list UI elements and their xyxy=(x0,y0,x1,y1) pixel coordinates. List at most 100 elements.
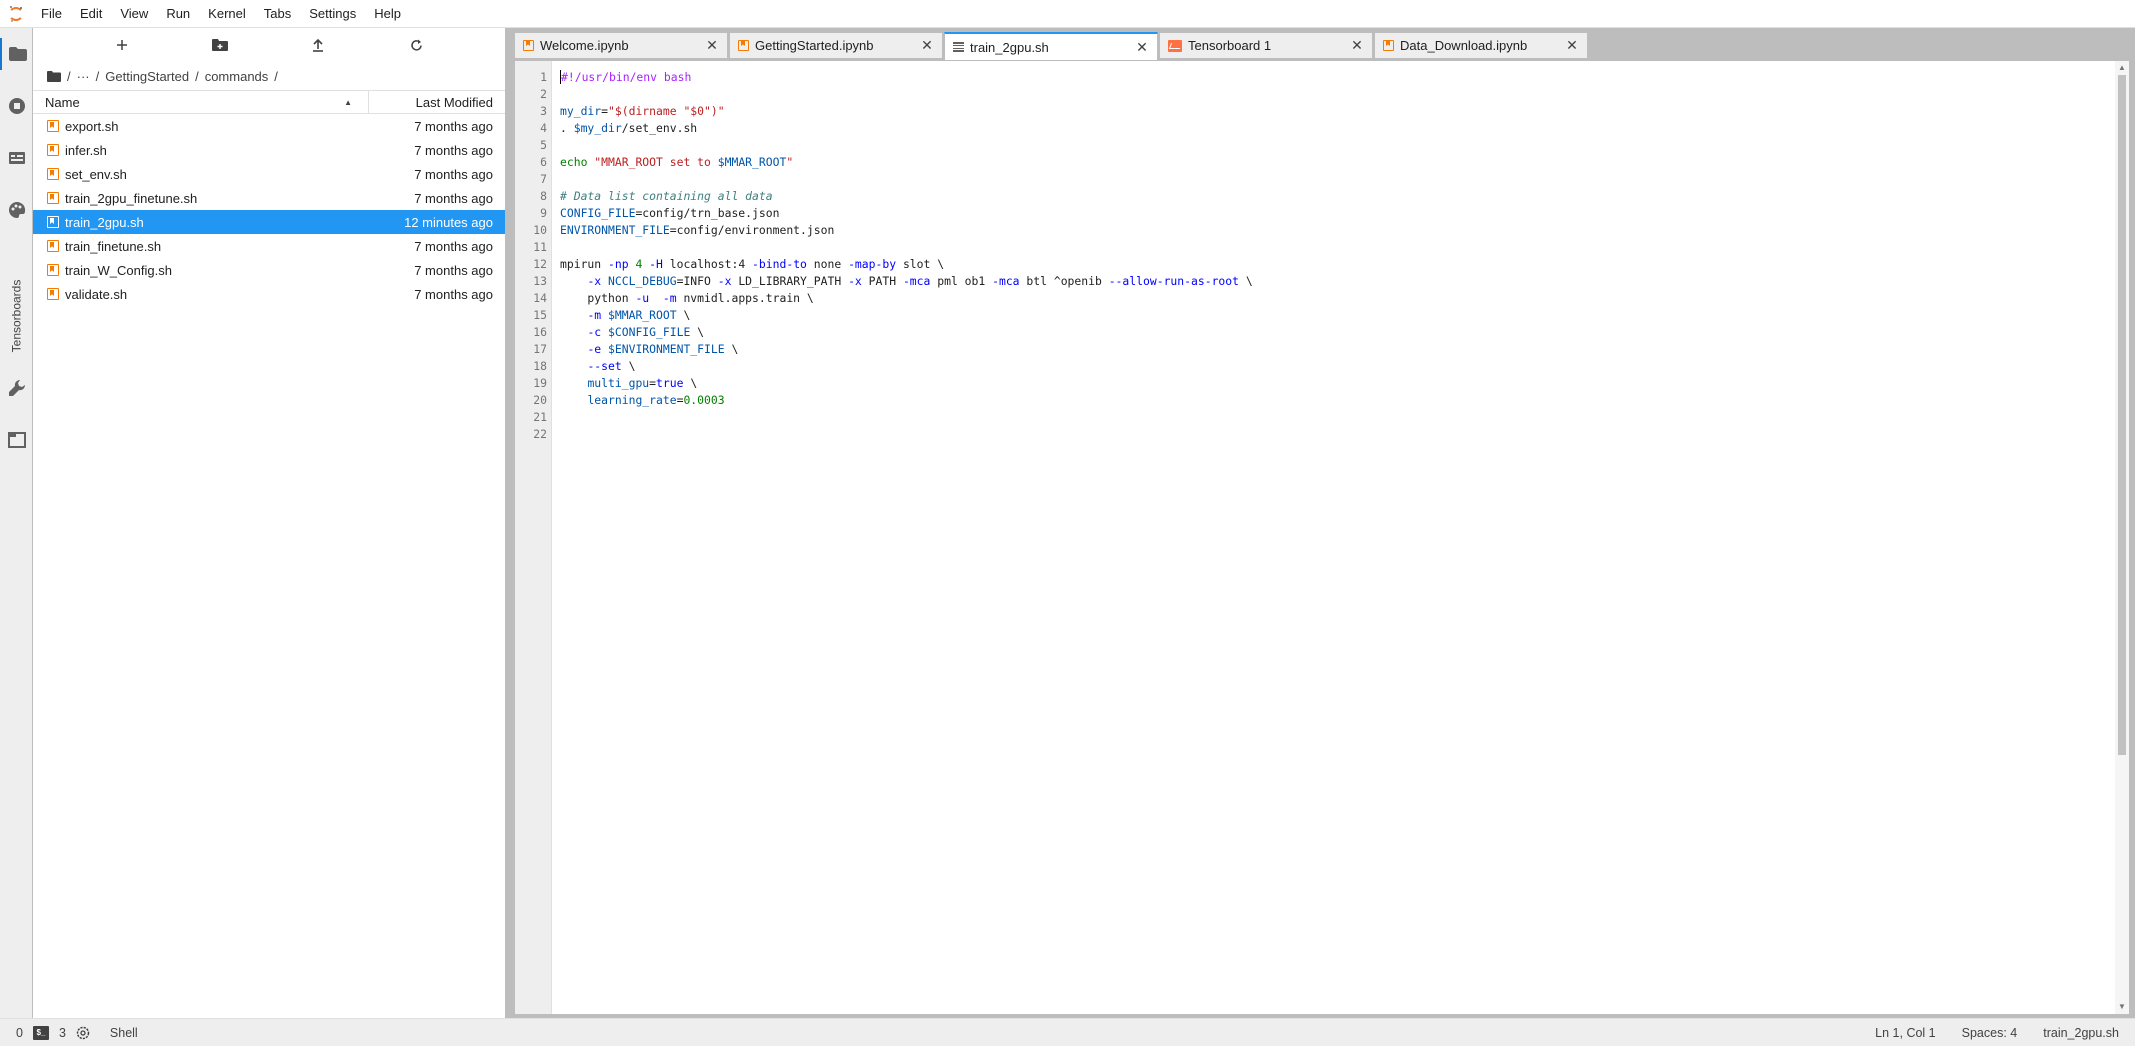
scroll-thumb[interactable] xyxy=(2118,75,2126,755)
file-row[interactable]: export.sh 7 months ago xyxy=(33,114,505,138)
notebook-icon xyxy=(1383,40,1394,51)
name-column-header[interactable]: Name ▲ xyxy=(33,91,369,113)
file-name-cell: set_env.sh xyxy=(33,167,369,182)
notebook-icon xyxy=(523,40,534,51)
tab-label: Tensorboard 1 xyxy=(1188,38,1272,53)
file-listing-header: Name ▲ Last Modified xyxy=(33,90,505,114)
menu-view[interactable]: View xyxy=(111,0,157,28)
tab-gettingstarted-ipynb[interactable]: GettingStarted.ipynb ✕ xyxy=(729,32,943,58)
menu-items: File Edit View Run Kernel Tabs Settings … xyxy=(32,0,410,28)
file-name: infer.sh xyxy=(65,142,107,158)
breadcrumb-sep: / xyxy=(274,68,278,84)
palette-icon[interactable] xyxy=(0,194,33,226)
file-name: train_finetune.sh xyxy=(65,238,162,254)
refresh-button[interactable] xyxy=(401,32,431,58)
tab-label: train_2gpu.sh xyxy=(970,39,1049,55)
tab-train-2gpu-sh[interactable]: train_2gpu.sh ✕ xyxy=(944,32,1158,60)
menu-edit[interactable]: Edit xyxy=(71,0,111,28)
indent-spaces[interactable]: Spaces: 4 xyxy=(1962,1026,2018,1040)
breadcrumb-gettingstarted[interactable]: GettingStarted xyxy=(105,69,189,84)
menu-settings[interactable]: Settings xyxy=(300,0,365,28)
code-line: 7 xyxy=(540,172,547,186)
upload-button[interactable] xyxy=(303,32,333,58)
code-line: 20 learning_rate=0.0003 xyxy=(533,393,725,407)
code-line: 11 xyxy=(533,240,547,254)
file-modified: 7 months ago xyxy=(414,142,493,158)
kernel-count[interactable]: 0 xyxy=(16,1026,23,1040)
terminal-count[interactable]: 3 xyxy=(59,1026,66,1040)
running-sessions-icon[interactable] xyxy=(0,90,33,122)
file-browser-toolbar xyxy=(33,28,505,62)
file-name: export.sh xyxy=(65,118,119,134)
code-line: 13 -x NCCL_DEBUG=INFO -x LD_LIBRARY_PATH… xyxy=(533,274,1253,288)
close-icon[interactable]: ✕ xyxy=(1350,37,1364,54)
shell-file-icon xyxy=(47,264,59,276)
code-line: 5 xyxy=(540,138,547,152)
file-row[interactable]: set_env.sh 7 months ago xyxy=(33,162,505,186)
file-name-cell: export.sh xyxy=(33,119,369,134)
file-name-cell: train_finetune.sh xyxy=(33,239,369,254)
file-name: train_W_Config.sh xyxy=(65,262,172,278)
file-modified: 12 minutes ago xyxy=(404,214,493,230)
folder-icon[interactable] xyxy=(0,38,33,70)
code-line: 19 multi_gpu=true \ xyxy=(533,376,698,390)
file-modified: 7 months ago xyxy=(414,118,493,134)
file-row[interactable]: infer.sh 7 months ago xyxy=(33,138,505,162)
menu-run[interactable]: Run xyxy=(157,0,199,28)
tab-label: Data_Download.ipynb xyxy=(1400,38,1528,53)
file-row[interactable]: validate.sh 7 months ago xyxy=(33,282,505,306)
shell-file-icon xyxy=(47,120,59,132)
file-name-cell: train_W_Config.sh xyxy=(33,263,369,278)
shell-file-icon xyxy=(47,144,59,156)
file-row[interactable]: train_W_Config.sh 7 months ago xyxy=(33,258,505,282)
code-editor[interactable]: 1 #!/usr/bin/env bash 2 3 my_dir="$(dirnam… xyxy=(514,60,2130,1015)
editor-mode[interactable]: Shell xyxy=(110,1026,138,1040)
commands-icon[interactable] xyxy=(0,142,33,174)
menu-help[interactable]: Help xyxy=(365,0,410,28)
home-folder-icon[interactable] xyxy=(47,70,61,82)
notebook-icon xyxy=(738,40,749,51)
new-launcher-button[interactable] xyxy=(107,32,137,58)
file-row[interactable]: train_2gpu_finetune.sh 7 months ago xyxy=(33,186,505,210)
file-row[interactable]: train_finetune.sh 7 months ago xyxy=(33,234,505,258)
tensorboard-icon xyxy=(1168,39,1182,52)
menu-bar: File Edit View Run Kernel Tabs Settings … xyxy=(0,0,2135,28)
menu-tabs[interactable]: Tabs xyxy=(255,0,300,28)
tensorboards-tab[interactable]: Tensorboards xyxy=(0,256,33,376)
gear-icon[interactable] xyxy=(76,1026,90,1040)
wrench-icon[interactable] xyxy=(0,372,33,404)
breadcrumb-ellipsis[interactable]: ··· xyxy=(77,69,90,84)
last-modified-column-header[interactable]: Last Modified xyxy=(369,95,505,110)
code-line: 6 echo "MMAR_ROOT set to $MMAR_ROOT" xyxy=(540,155,794,169)
close-icon[interactable]: ✕ xyxy=(1135,39,1149,56)
upload-icon xyxy=(313,38,323,52)
file-modified: 7 months ago xyxy=(414,286,493,302)
breadcrumb-commands[interactable]: commands xyxy=(205,69,269,84)
menu-kernel[interactable]: Kernel xyxy=(199,0,255,28)
scroll-down-arrow-icon[interactable]: ▼ xyxy=(2115,1000,2129,1014)
scroll-up-arrow-icon[interactable]: ▲ xyxy=(2115,61,2129,75)
tab-tensorboard-1[interactable]: Tensorboard 1 ✕ xyxy=(1159,32,1373,58)
code-line: 8 # Data list containing all data xyxy=(540,189,773,203)
close-icon[interactable]: ✕ xyxy=(920,37,934,54)
close-icon[interactable]: ✕ xyxy=(1565,37,1579,54)
code-content[interactable]: 1 #!/usr/bin/env bash 2 3 my_dir="$(dirnam… xyxy=(515,69,2129,443)
tabs-icon[interactable] xyxy=(0,424,33,456)
tab-welcome-ipynb[interactable]: Welcome.ipynb ✕ xyxy=(514,32,728,58)
file-modified: 7 months ago xyxy=(414,238,493,254)
close-icon[interactable]: ✕ xyxy=(705,37,719,54)
cursor-position[interactable]: Ln 1, Col 1 xyxy=(1875,1026,1935,1040)
code-line: 12 mpirun -np 4 -H localhost:4 -bind-to n… xyxy=(533,257,945,271)
vertical-scrollbar[interactable]: ▲ ▼ xyxy=(2115,61,2129,1014)
file-row[interactable]: train_2gpu.sh 12 minutes ago xyxy=(33,210,505,234)
code-line: 4. $my_dir/set_env.sh xyxy=(540,121,698,135)
breadcrumb: / ··· / GettingStarted / commands / xyxy=(33,62,505,90)
new-folder-button[interactable] xyxy=(205,32,235,58)
code-line: 3 my_dir="$(dirname "$0")" xyxy=(540,104,725,118)
tab-bar: Welcome.ipynb ✕ GettingStarted.ipynb ✕ train… xyxy=(514,32,1589,60)
tab-data-download-ipynb[interactable]: Data_Download.ipynb ✕ xyxy=(1374,32,1588,58)
code-line: 1 #!/usr/bin/env bash xyxy=(540,70,692,84)
breadcrumb-sep: / xyxy=(95,68,100,84)
shell-file-icon xyxy=(47,192,59,204)
menu-file[interactable]: File xyxy=(32,0,71,28)
